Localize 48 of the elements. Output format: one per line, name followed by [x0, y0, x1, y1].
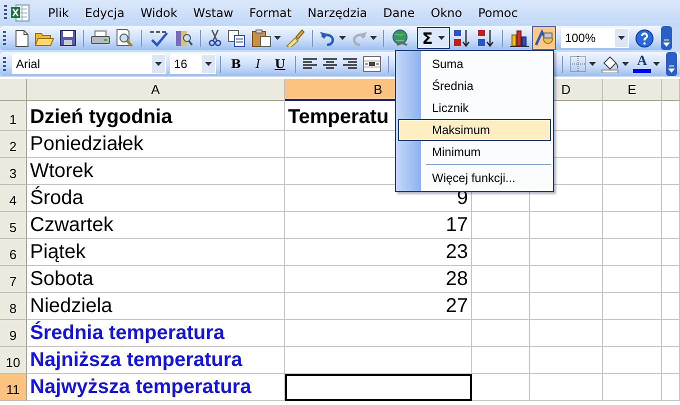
font-combo[interactable]: Arial — [12, 54, 166, 74]
bold-button[interactable]: B — [225, 54, 247, 74]
menu-item[interactable]: Format — [241, 6, 300, 20]
underline-button[interactable]: U — [269, 54, 291, 74]
menu-item[interactable]: Maksimum — [398, 119, 551, 141]
table-cell: Środa — [27, 185, 285, 212]
menu-item[interactable]: Suma — [398, 53, 551, 75]
row-header[interactable]: 7 — [0, 266, 27, 293]
table-cell: 27 — [285, 293, 472, 320]
table-cell: Poniedziałek — [27, 131, 285, 158]
table-cell: Sobota — [27, 266, 285, 293]
table-cell: 17 — [285, 212, 472, 239]
row-header[interactable]: 8 — [0, 293, 27, 320]
row-header[interactable]: 1 — [0, 101, 27, 131]
menu-item[interactable]: Pomoc — [470, 6, 526, 20]
menu-item[interactable]: Minimum — [398, 141, 551, 163]
row-header[interactable]: 10 — [0, 347, 27, 374]
zoom-combo[interactable]: 100% — [560, 28, 629, 48]
table-cell: Średnia temperatura — [27, 320, 285, 347]
italic-button[interactable]: I — [247, 54, 269, 74]
row-header[interactable]: 5 — [0, 212, 27, 239]
row-header[interactable]: 3 — [0, 158, 27, 185]
menu-item[interactable]: Narzędzia — [300, 6, 376, 20]
menu-item[interactable]: Edycja — [76, 6, 132, 20]
row-header[interactable]: 4 — [0, 185, 27, 212]
menu-item[interactable]: Plik — [40, 6, 77, 20]
row-header[interactable]: 6 — [0, 239, 27, 266]
table-cell: 28 — [285, 266, 472, 293]
menu-item[interactable]: Widok — [132, 6, 186, 20]
table-cell: 23 — [285, 239, 472, 266]
table-cell: Piątek — [27, 239, 285, 266]
column-header[interactable]: E — [603, 79, 662, 101]
table-cell: Wtorek — [27, 158, 285, 185]
table-cell: Czwartek — [27, 212, 285, 239]
menu-item[interactable]: Dane — [375, 6, 423, 20]
table-cell: Najwyższa temperatura — [27, 374, 285, 401]
column-header[interactable]: A — [27, 79, 285, 101]
menu-item[interactable]: Wstaw — [185, 6, 242, 20]
row-header[interactable]: 2 — [0, 131, 27, 158]
menu-item[interactable]: Okno — [422, 6, 470, 20]
font-size-combo[interactable]: 16 — [170, 54, 216, 74]
table-cell: Najniższa temperatura — [27, 347, 285, 374]
row-header[interactable]: 9 — [0, 320, 27, 347]
autosum-button[interactable]: Σ — [417, 27, 450, 49]
table-cell: Dzień tygodnia — [27, 101, 285, 131]
table-cell: Niedziela — [27, 293, 285, 320]
row-header[interactable]: 11 — [0, 374, 27, 401]
font-color-button[interactable]: A — [633, 54, 651, 74]
